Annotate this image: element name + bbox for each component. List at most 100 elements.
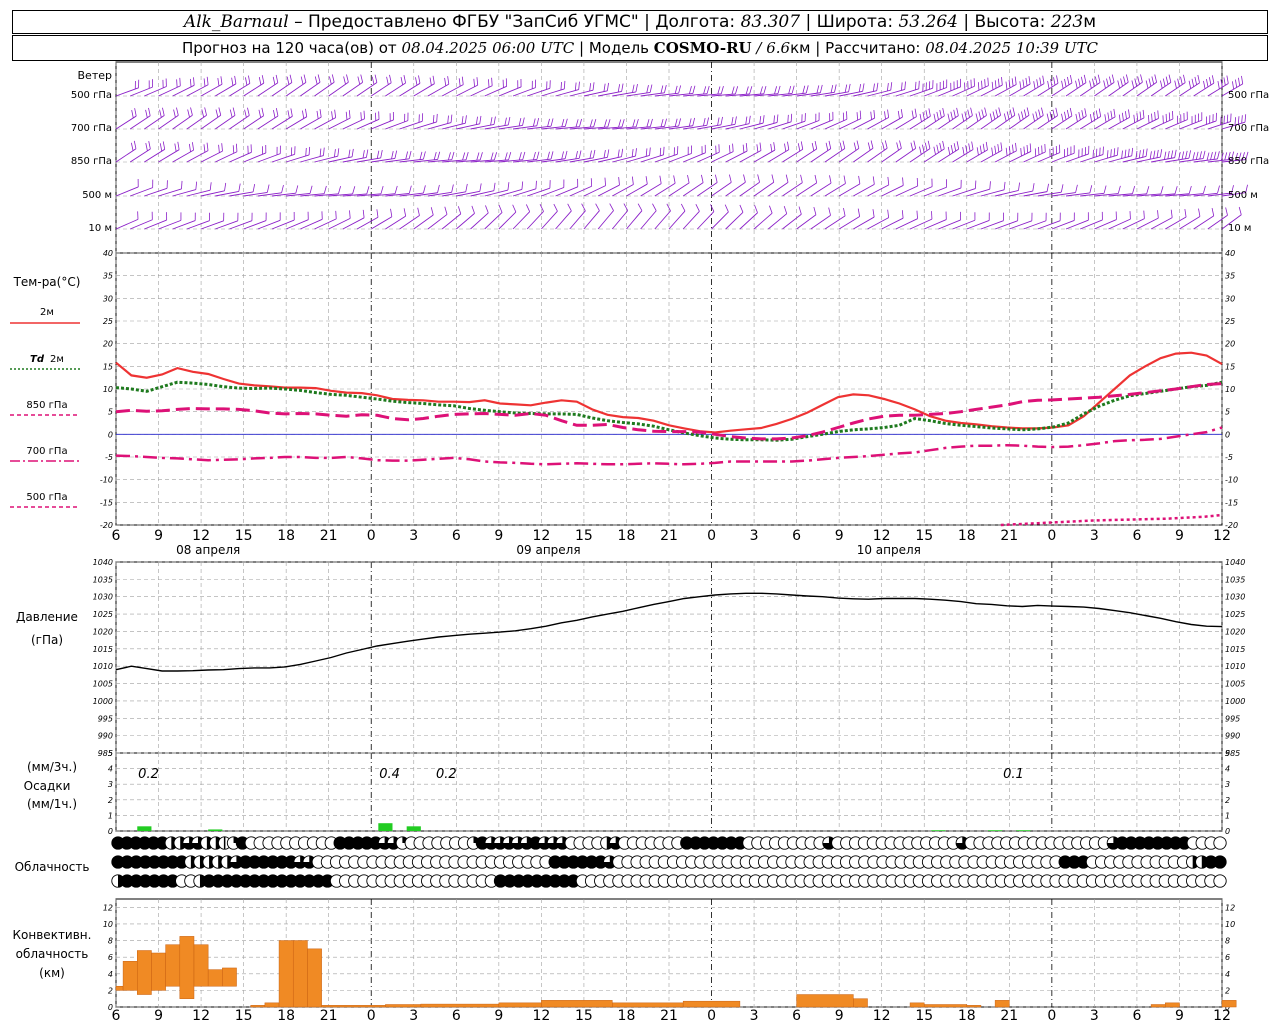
wind-barb-flag	[1117, 147, 1119, 156]
wind-barb	[924, 87, 947, 97]
wind-barb	[810, 119, 834, 130]
conv-bar	[498, 1002, 542, 1008]
xtick-conv: 15	[235, 1008, 253, 1024]
wind-barb-flag	[1194, 76, 1197, 85]
xtick-temp: 15	[235, 528, 253, 544]
wind-barb	[512, 211, 531, 230]
wind-barb-flag	[1151, 76, 1155, 85]
wind-barb-flag	[967, 109, 970, 118]
wind-barb-flag	[252, 183, 256, 192]
ytick-temp-left: 25	[103, 317, 113, 326]
ytick-pres-left: 995	[98, 714, 113, 723]
wind-barb-flag	[1174, 149, 1177, 158]
wind-barb-flag	[1117, 80, 1121, 89]
ytick-temp-right: -15	[1225, 498, 1238, 507]
wind-barb-flag	[1029, 143, 1032, 152]
wind-barb	[853, 117, 875, 130]
wind-barb-flag	[1183, 74, 1186, 83]
wind-barb-flag	[345, 111, 348, 120]
ytick-pres-right: 1035	[1225, 575, 1245, 584]
wind-barb-flag	[363, 110, 365, 119]
wind-barb-flag	[1211, 75, 1215, 84]
wind-barb-flag	[994, 80, 997, 89]
wind-barb-flag	[1098, 108, 1102, 117]
wind-barb-flag	[887, 176, 890, 185]
xtick-conv: 18	[277, 1008, 295, 1024]
wind-barb	[285, 219, 309, 230]
wind-barb-flag	[976, 147, 979, 156]
wind-barb-flag	[1217, 185, 1220, 194]
wind-barb-flag	[659, 147, 662, 156]
conv-bar	[137, 950, 152, 995]
wind-barb-flag	[706, 117, 710, 126]
wind-barb	[612, 155, 636, 163]
wind-barb-flag	[159, 143, 163, 152]
wind-barb-flag	[732, 143, 734, 152]
wind-barb-flag	[1025, 77, 1028, 86]
wind-barb	[555, 186, 578, 197]
precip-bar	[931, 830, 946, 831]
wind-barb-flag	[1165, 76, 1169, 85]
wind-barb-flag	[856, 112, 859, 121]
wind-barb-flag	[1170, 209, 1173, 218]
wind-barb-flag	[664, 118, 667, 127]
wind-barb	[555, 210, 572, 230]
wind-barb-flag	[607, 149, 610, 158]
ytick-temp-left: 40	[103, 249, 113, 258]
wind-barb-flag	[783, 205, 788, 214]
wind-barb-flag	[1133, 114, 1136, 123]
wind-barb-flag	[362, 209, 365, 218]
wind-barb	[583, 156, 608, 163]
wind-level-500hpa-r: 500 гПа	[1228, 90, 1269, 101]
wind-barb-flag	[674, 85, 678, 94]
wind-barb-flag	[479, 183, 482, 192]
wind-barb-flag	[1170, 150, 1174, 159]
wind-barb-flag	[272, 76, 276, 85]
wind-barb	[782, 120, 806, 130]
ytick-temp-left: 5	[108, 408, 113, 417]
wind-barb-flag	[739, 204, 744, 213]
wind-barb-flag	[564, 150, 568, 159]
wind-barb	[711, 211, 729, 230]
wind-barb-flag	[735, 86, 739, 95]
wind-barb-flag	[800, 174, 803, 183]
wind-barb-flag	[887, 209, 890, 218]
wind-barb	[1051, 220, 1075, 230]
day-label: 10 апреля	[857, 543, 921, 557]
wind-barb-flag	[982, 143, 985, 152]
wind-barb-flag	[916, 210, 918, 219]
wind-barb-flag	[688, 86, 692, 94]
wind-barb-flag	[563, 80, 566, 89]
precip-label: 0.2	[138, 767, 159, 782]
wind-barb	[725, 123, 750, 130]
wind-barb-flag	[507, 116, 511, 125]
wind-barb	[1009, 220, 1033, 230]
wind-barb	[314, 218, 337, 230]
wind-barb-flag	[465, 115, 467, 124]
ytick-temp-right: -10	[1225, 476, 1238, 485]
ytick-prec-right: 4	[1225, 765, 1230, 774]
wind-barb	[498, 211, 517, 230]
wind-barb-flag	[936, 144, 939, 153]
wind-barb-flag	[720, 116, 723, 125]
wind-barb	[683, 124, 707, 130]
xtick-temp: 3	[750, 528, 759, 544]
wind-barb	[130, 86, 153, 97]
wind-barb-flag	[811, 142, 815, 151]
wind-barb	[640, 154, 664, 163]
cloud-symbol	[1213, 836, 1227, 850]
wind-barb-flag	[1167, 150, 1170, 159]
wind-barb-flag	[461, 116, 464, 125]
wind-barb-flag	[305, 147, 307, 156]
wind-barb-flag	[539, 204, 544, 212]
wind-barb-flag	[258, 109, 262, 118]
wind-barb-flag	[206, 76, 209, 85]
wind-barb-flag	[717, 86, 721, 95]
wind-barb-flag	[859, 110, 862, 119]
xtick-temp: 6	[792, 528, 801, 544]
wind-barb-flag	[787, 114, 789, 123]
wind-barb-flag	[473, 78, 475, 87]
wind-barb	[598, 156, 622, 163]
precip-title: Осадки	[24, 779, 71, 793]
wind-barb-flag	[317, 74, 321, 83]
